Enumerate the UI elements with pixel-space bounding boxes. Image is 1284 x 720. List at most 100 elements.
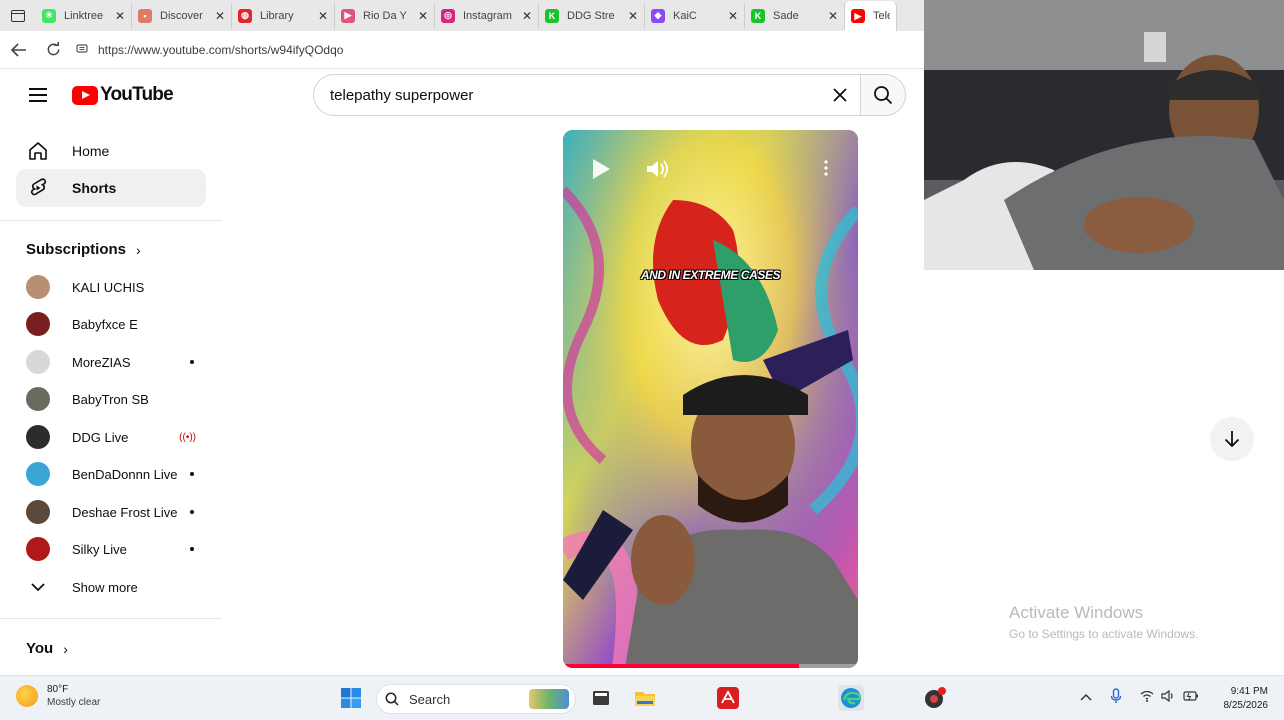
chevron-right-icon: › bbox=[63, 640, 68, 657]
browser-tab[interactable]: ▪ Discover ✕ bbox=[132, 2, 232, 29]
play-icon[interactable] bbox=[591, 158, 611, 185]
subscription-item[interactable]: BenDaDonnn Live bbox=[26, 459, 206, 489]
site-info-icon[interactable] bbox=[76, 42, 88, 57]
edge-browser-icon[interactable] bbox=[838, 685, 864, 711]
file-explorer-icon[interactable] bbox=[632, 685, 658, 711]
browser-tab[interactable]: ▶ Rio Da Y ✕ bbox=[335, 2, 435, 29]
tab-favicon-icon: K bbox=[545, 8, 559, 23]
microphone-icon[interactable] bbox=[1110, 688, 1122, 707]
avatar bbox=[26, 537, 50, 561]
tab-favicon-icon: ✳ bbox=[42, 8, 56, 23]
browser-tab[interactable]: ▶ Telep bbox=[845, 1, 897, 31]
tab-favicon-icon: ▶ bbox=[851, 9, 865, 23]
reload-icon[interactable] bbox=[38, 35, 68, 65]
search-icon bbox=[385, 692, 399, 706]
sidebar-item-home[interactable]: Home bbox=[16, 132, 206, 170]
player-controls bbox=[591, 158, 669, 185]
subscription-item[interactable]: BabyTron SB bbox=[26, 384, 206, 414]
back-arrow-icon[interactable] bbox=[4, 35, 34, 65]
subscription-item[interactable]: KALI UCHIS bbox=[26, 272, 206, 302]
youtube-logo[interactable]: YouTube bbox=[72, 84, 174, 106]
start-menu-icon[interactable] bbox=[338, 685, 364, 711]
battery-icon[interactable] bbox=[1183, 690, 1199, 705]
tab-title: Library bbox=[260, 9, 294, 22]
close-tab-icon[interactable]: ✕ bbox=[115, 9, 125, 23]
tab-favicon-icon: K bbox=[751, 8, 765, 23]
system-clock[interactable]: 9:41 PM 8/25/2026 bbox=[1206, 685, 1269, 713]
tab-actions-icon[interactable] bbox=[0, 0, 36, 31]
subscriptions-header[interactable]: Subscriptions › bbox=[26, 241, 141, 258]
menu-icon[interactable] bbox=[29, 88, 47, 102]
volume-icon[interactable] bbox=[645, 158, 669, 185]
avatar bbox=[26, 275, 50, 299]
shorts-video-player[interactable]: AND IN EXTREME CASES bbox=[563, 130, 858, 668]
url-field[interactable]: https://www.youtube.com/shorts/w94ifyQOd… bbox=[76, 37, 924, 62]
close-tab-icon[interactable]: ✕ bbox=[828, 9, 838, 23]
search-input[interactable]: telepathy superpower bbox=[313, 74, 863, 116]
live-broadcast-icon: ((•)) bbox=[179, 431, 196, 443]
avatar bbox=[26, 462, 50, 486]
browser-tab[interactable]: ◍ Library ✕ bbox=[232, 2, 335, 29]
you-header[interactable]: You › bbox=[26, 640, 68, 657]
volume-icon[interactable] bbox=[1161, 689, 1175, 705]
show-more-button[interactable]: Show more bbox=[26, 572, 206, 602]
browser-tab[interactable]: ✳ Linktree ✕ bbox=[36, 2, 132, 29]
new-content-dot-icon bbox=[190, 360, 194, 364]
weather-icon bbox=[16, 685, 38, 707]
taskbar-search[interactable]: Search bbox=[376, 684, 576, 714]
app-with-badge-icon[interactable] bbox=[922, 685, 948, 711]
search-button[interactable] bbox=[860, 74, 906, 116]
show-hidden-icons-icon[interactable] bbox=[1080, 690, 1092, 704]
close-tab-icon[interactable]: ✕ bbox=[418, 9, 428, 23]
sidebar-item-shorts[interactable]: Shorts bbox=[16, 169, 206, 207]
close-tab-icon[interactable]: ✕ bbox=[628, 9, 638, 23]
sidebar-item-label: Shorts bbox=[72, 180, 117, 196]
taskbar-search-placeholder: Search bbox=[409, 691, 451, 707]
wifi-icon[interactable] bbox=[1140, 690, 1154, 705]
screen: ✳ Linktree ✕ ▪ Discover ✕ ◍ Library ✕ ▶ Rio Da Y ✕ ◎… bbox=[0, 0, 1284, 720]
weather-widget[interactable]: 80°F Mostly clear bbox=[16, 684, 100, 708]
subscription-item[interactable]: Deshae Frost Live bbox=[26, 497, 206, 527]
subscription-name: MoreZIAS bbox=[72, 354, 131, 370]
subscription-item[interactable]: Silky Live bbox=[26, 534, 206, 564]
search-icon bbox=[874, 86, 893, 105]
activate-windows-watermark: Activate Windows Go to Settings to activ… bbox=[1009, 603, 1198, 641]
next-short-button[interactable] bbox=[1210, 417, 1254, 461]
browser-tab[interactable]: K Sade ✕ bbox=[745, 2, 845, 29]
subscription-item[interactable]: MoreZIAS bbox=[26, 347, 206, 377]
avatar bbox=[26, 387, 50, 411]
new-content-dot-icon bbox=[190, 547, 194, 551]
subscription-name: Deshae Frost Live bbox=[72, 504, 178, 520]
shorts-icon bbox=[26, 176, 50, 200]
youtube-play-icon bbox=[72, 85, 98, 105]
browser-tab[interactable]: ◎ Instagram ✕ bbox=[435, 2, 539, 29]
subscription-name: KALI UCHIS bbox=[72, 279, 145, 295]
subscription-name: DDG Live bbox=[72, 429, 129, 445]
browser-tab[interactable]: K DDG Stre ✕ bbox=[539, 2, 645, 29]
weather-condition: Mostly clear bbox=[47, 697, 101, 708]
taskbar: 80°F Mostly clear Search 9:41 PM 8/25/20… bbox=[0, 675, 1284, 720]
tab-title: KaiC bbox=[673, 9, 697, 22]
avatar bbox=[26, 350, 50, 374]
close-tab-icon[interactable]: ✕ bbox=[522, 9, 532, 23]
subscription-item[interactable]: Babyfxce E bbox=[26, 309, 206, 339]
clear-search-icon[interactable] bbox=[828, 83, 852, 107]
new-content-dot-icon bbox=[190, 510, 194, 514]
close-tab-icon[interactable]: ✕ bbox=[728, 9, 738, 23]
progress-bar[interactable] bbox=[563, 664, 799, 668]
close-tab-icon[interactable]: ✕ bbox=[318, 9, 328, 23]
tab-favicon-icon: ◎ bbox=[441, 8, 455, 23]
browser-tab[interactable]: ◆ KaiC ✕ bbox=[645, 2, 745, 29]
acrobat-icon[interactable] bbox=[715, 685, 741, 711]
tab-title: Discover bbox=[160, 9, 203, 22]
arrow-down-icon bbox=[1224, 431, 1240, 448]
activate-windows-subtitle: Go to Settings to activate Windows. bbox=[1009, 627, 1199, 641]
task-view-icon[interactable] bbox=[588, 685, 614, 711]
more-options-icon[interactable] bbox=[824, 160, 828, 181]
subscription-item[interactable]: DDG Live ((•)) bbox=[26, 422, 206, 452]
tab-list: ✳ Linktree ✕ ▪ Discover ✕ ◍ Library ✕ ▶ Rio Da Y ✕ ◎… bbox=[36, 0, 897, 31]
home-icon bbox=[26, 139, 50, 163]
close-tab-icon[interactable]: ✕ bbox=[215, 9, 225, 23]
tab-title: Sade bbox=[773, 9, 799, 22]
video-caption: AND IN EXTREME CASES bbox=[640, 268, 781, 282]
